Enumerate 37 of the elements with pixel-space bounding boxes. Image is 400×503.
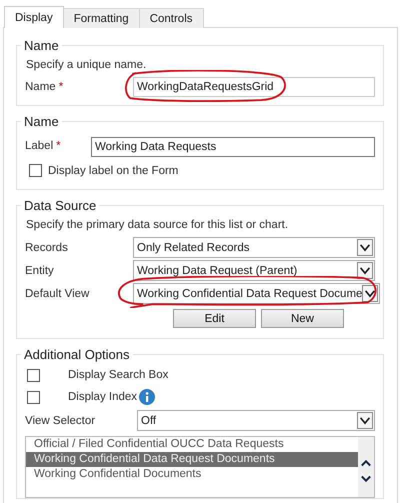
group-title: Data Source xyxy=(23,198,98,213)
checkbox-label: Display label on the Form xyxy=(48,164,178,176)
name-field[interactable]: WorkingDataRequestsGrid xyxy=(133,77,375,97)
required-marker: * xyxy=(56,140,61,152)
tab[interactable]: Display xyxy=(4,6,64,28)
dropdown[interactable]: Only Related Records xyxy=(133,237,375,258)
field-label: Label * xyxy=(25,140,62,152)
list-item[interactable]: Official / Filed Confidential OUCC Data Requests xyxy=(26,437,358,452)
dropdown[interactable]: Working Data Request (Parent) xyxy=(133,260,375,281)
tab[interactable]: Controls xyxy=(138,8,204,28)
checkbox[interactable] xyxy=(27,368,40,382)
hint-text: Specify a unique name. xyxy=(25,58,148,73)
group-title: Name xyxy=(23,38,60,53)
field-label: Name * xyxy=(25,81,64,93)
field-label: Records xyxy=(25,242,69,254)
tab[interactable]: Formatting xyxy=(62,8,140,28)
list-item[interactable]: Working Confidential Data Request Documents xyxy=(26,452,358,467)
checkbox-label: Display Index xyxy=(68,391,138,403)
dropdown[interactable]: Working Confidential Data Request Docume xyxy=(133,283,380,304)
required-marker: * xyxy=(58,81,64,93)
checkbox-label: Display Search Box xyxy=(68,369,168,381)
info-icon[interactable] xyxy=(139,389,156,405)
dropdown[interactable]: Off xyxy=(137,410,375,431)
field-label: View Selector xyxy=(25,414,96,426)
field-label: Default View xyxy=(25,288,90,300)
checkbox[interactable] xyxy=(29,164,42,177)
group-title: Name xyxy=(23,114,60,129)
scroll-down-icon[interactable] xyxy=(359,474,373,484)
checkbox[interactable] xyxy=(27,390,40,404)
action-button[interactable]: New xyxy=(261,309,344,328)
label-field[interactable]: Working Data Requests xyxy=(91,137,375,157)
scroll-up-icon[interactable] xyxy=(359,458,373,468)
field-label: Entity xyxy=(25,264,55,276)
action-button[interactable]: Edit xyxy=(173,309,256,328)
hint-text: Specify the primary data source for this list or chart. xyxy=(25,218,290,233)
list-item[interactable]: Working Confidential Documents xyxy=(26,467,358,482)
group-title: Additional Options xyxy=(23,347,131,362)
